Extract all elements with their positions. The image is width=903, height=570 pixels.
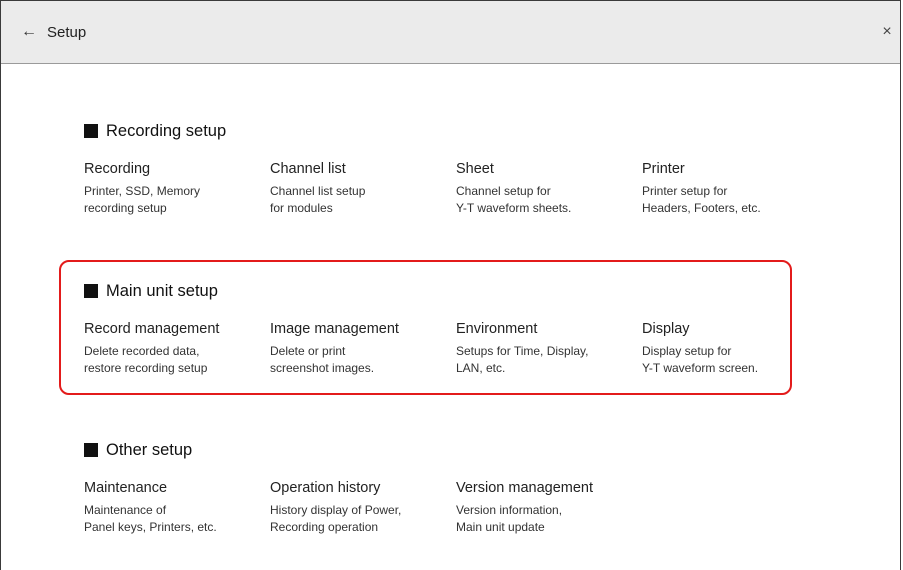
close-icon[interactable]: ×	[878, 23, 896, 41]
item-description-line: Panel keys, Printers, etc.	[84, 520, 217, 534]
title-bar: ← Setup ×	[1, 1, 900, 64]
item-description-line: Channel setup for	[456, 184, 551, 198]
item-description: Channel list setup for modules	[270, 183, 445, 217]
item-description: Channel setup for Y-T waveform sheets.	[456, 183, 631, 217]
item-operation-history[interactable]: Operation history History display of Pow…	[270, 480, 445, 536]
item-title: Channel list	[270, 161, 346, 177]
item-description: Maintenance of Panel keys, Printers, etc…	[84, 502, 259, 536]
section-other-setup: Other setup Maintenance Maintenance of P…	[84, 440, 593, 534]
back-arrow-icon[interactable]: ←	[21, 23, 39, 41]
item-title: Sheet	[456, 161, 494, 177]
item-description: Printer setup for Headers, Footers, etc.	[642, 183, 817, 217]
item-description-line: History display of Power,	[270, 503, 402, 517]
item-version-management[interactable]: Version management Version information, …	[456, 480, 631, 536]
item-recording[interactable]: Recording Printer, SSD, Memory recording…	[84, 161, 259, 217]
item-description-line: Recording operation	[270, 520, 379, 534]
item-description: History display of Power, Recording oper…	[270, 502, 445, 536]
item-title: Operation history	[270, 480, 381, 496]
item-title: Printer	[642, 161, 685, 177]
item-description: Printer, SSD, Memory recording setup	[84, 183, 259, 217]
section-header: Other setup	[84, 440, 192, 460]
item-description-line: Headers, Footers, etc.	[642, 201, 761, 215]
item-description: Version information, Main unit update	[456, 502, 631, 536]
item-title: Maintenance	[84, 480, 168, 496]
item-maintenance[interactable]: Maintenance Maintenance of Panel keys, P…	[84, 480, 259, 536]
item-title: Recording	[84, 161, 151, 177]
item-description-line: Maintenance of	[84, 503, 167, 517]
item-channel-list[interactable]: Channel list Channel list setup for modu…	[270, 161, 445, 217]
square-bullet-icon	[84, 443, 98, 457]
item-description-line: recording setup	[84, 201, 167, 215]
item-description-line: for modules	[270, 201, 333, 215]
setup-window: ← Setup × Recording setup Recording Prin…	[0, 0, 901, 570]
item-printer[interactable]: Printer Printer setup for Headers, Foote…	[642, 161, 817, 217]
section-recording-setup: Recording setup Recording Printer, SSD, …	[84, 121, 761, 215]
page-title: Setup	[47, 24, 87, 41]
item-description-line: Version information,	[456, 503, 563, 517]
item-title: Version management	[456, 480, 594, 496]
item-description-line: Channel list setup	[270, 184, 366, 198]
item-description-line: Main unit update	[456, 520, 545, 534]
item-description-line: Printer setup for	[642, 184, 728, 198]
highlight-frame	[59, 260, 792, 395]
square-bullet-icon	[84, 124, 98, 138]
item-description-line: Y-T waveform sheets.	[456, 201, 572, 215]
item-description-line: Printer, SSD, Memory	[84, 184, 201, 198]
section-header: Recording setup	[84, 121, 226, 141]
section-title: Recording setup	[106, 121, 227, 140]
item-sheet[interactable]: Sheet Channel setup for Y-T waveform she…	[456, 161, 631, 217]
section-title: Other setup	[106, 440, 193, 459]
